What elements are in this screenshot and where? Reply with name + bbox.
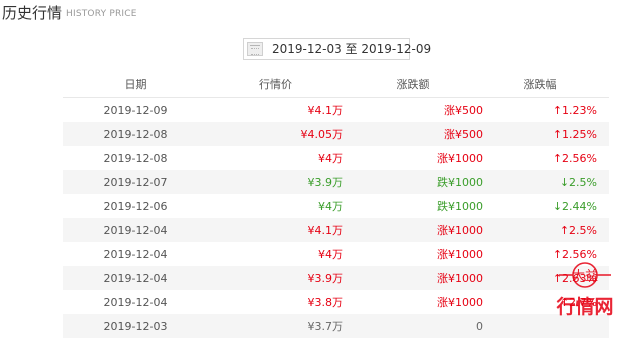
header-date: 日期: [63, 70, 208, 98]
table-header-row: 日期 行情价 涨跌额 涨跌幅: [63, 70, 609, 98]
cell-pct: ↑1.23%: [483, 98, 609, 123]
cell-price: ¥3.9万: [208, 170, 343, 194]
cell-date: 2019-12-07: [63, 170, 208, 194]
table-row: 2019-12-03¥3.7万0: [63, 314, 609, 338]
table-row: 2019-12-07¥3.9万跌¥1000↓2.5%: [63, 170, 609, 194]
cell-price: ¥4.1万: [208, 218, 343, 242]
cell-price: ¥3.7万: [208, 314, 343, 338]
cell-date: 2019-12-04: [63, 242, 208, 266]
cell-price: ¥3.9万: [208, 266, 343, 290]
cell-price: ¥4.1万: [208, 98, 343, 123]
cell-change: 0: [343, 314, 483, 338]
cell-change: 跌¥1000: [343, 194, 483, 218]
cell-pct: [483, 314, 609, 338]
cell-change: 涨¥1000: [343, 146, 483, 170]
cell-pct: ↑2.63%: [483, 266, 609, 290]
calendar-icon[interactable]: [247, 42, 263, 56]
table-row: 2019-12-04¥4万涨¥1000↑2.56%: [63, 242, 609, 266]
table-row: 2019-12-04¥3.8万涨¥1000↑2.7%: [63, 290, 609, 314]
table-row: 2019-12-04¥3.9万涨¥1000↑2.63%: [63, 266, 609, 290]
page-header: 历史行情 HISTORY PRICE: [0, 0, 640, 30]
cell-date: 2019-12-08: [63, 146, 208, 170]
cell-pct: ↑2.7%: [483, 290, 609, 314]
header-pct: 涨跌幅: [483, 70, 609, 98]
cell-date: 2019-12-08: [63, 122, 208, 146]
cell-change: 涨¥1000: [343, 218, 483, 242]
cell-change: 涨¥500: [343, 122, 483, 146]
cell-pct: ↑2.5%: [483, 218, 609, 242]
header-change: 涨跌额: [343, 70, 483, 98]
cell-date: 2019-12-04: [63, 266, 208, 290]
cell-date: 2019-12-06: [63, 194, 208, 218]
table-row: 2019-12-09¥4.1万涨¥500↑1.23%: [63, 98, 609, 123]
cell-date: 2019-12-03: [63, 314, 208, 338]
price-history-table: 日期 行情价 涨跌额 涨跌幅 2019-12-09¥4.1万涨¥500↑1.23…: [63, 70, 609, 338]
cell-price: ¥4万: [208, 242, 343, 266]
cell-pct: ↑2.56%: [483, 242, 609, 266]
cell-change: 涨¥500: [343, 98, 483, 123]
cell-date: 2019-12-09: [63, 98, 208, 123]
cell-date: 2019-12-04: [63, 290, 208, 314]
table-row: 2019-12-06¥4万跌¥1000↓2.44%: [63, 194, 609, 218]
table-row: 2019-12-08¥4.05万涨¥500↑1.25%: [63, 122, 609, 146]
page-subtitle: HISTORY PRICE: [66, 7, 137, 21]
cell-date: 2019-12-04: [63, 218, 208, 242]
cell-change: 涨¥1000: [343, 242, 483, 266]
cell-price: ¥3.8万: [208, 290, 343, 314]
cell-price: ¥4万: [208, 146, 343, 170]
cell-pct: ↑2.56%: [483, 146, 609, 170]
page-title: 历史行情: [2, 3, 62, 23]
table-row: 2019-12-08¥4万涨¥1000↑2.56%: [63, 146, 609, 170]
cell-change: 涨¥1000: [343, 290, 483, 314]
cell-pct: ↑1.25%: [483, 122, 609, 146]
cell-price: ¥4.05万: [208, 122, 343, 146]
cell-change: 跌¥1000: [343, 170, 483, 194]
date-range-picker[interactable]: 2019-12-03 至 2019-12-09: [243, 38, 410, 60]
cell-pct: ↓2.5%: [483, 170, 609, 194]
date-range-text: 2019-12-03 至 2019-12-09: [272, 42, 431, 57]
header-price: 行情价: [208, 70, 343, 98]
cell-price: ¥4万: [208, 194, 343, 218]
table-row: 2019-12-04¥4.1万涨¥1000↑2.5%: [63, 218, 609, 242]
table-body: 2019-12-09¥4.1万涨¥500↑1.23%2019-12-08¥4.0…: [63, 98, 609, 338]
cell-pct: ↓2.44%: [483, 194, 609, 218]
cell-change: 涨¥1000: [343, 266, 483, 290]
